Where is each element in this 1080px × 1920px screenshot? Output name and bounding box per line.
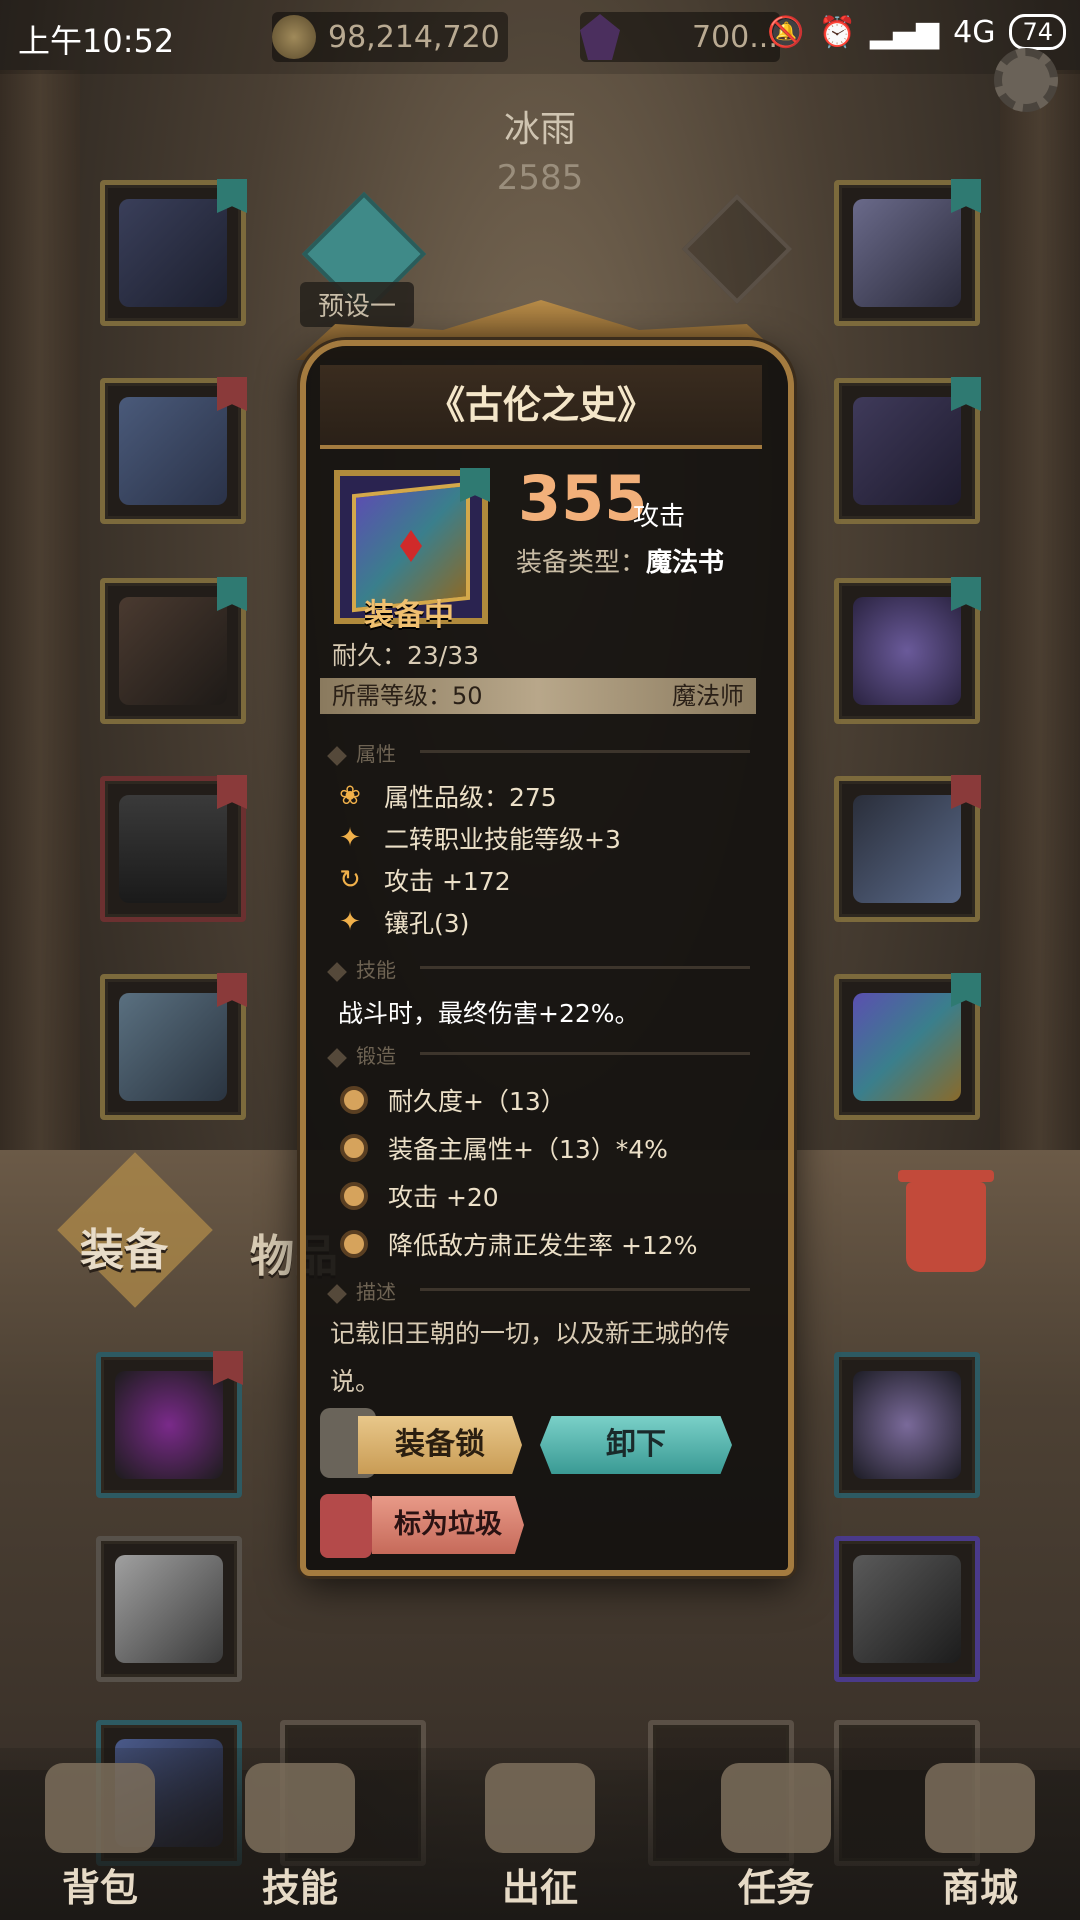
- inventory-slot[interactable]: [96, 1351, 243, 1498]
- star-icon: ✦: [339, 823, 361, 853]
- forge-bullet-icon: [340, 1230, 368, 1258]
- gem-icon: [580, 14, 620, 60]
- clock: 上午10:52: [18, 22, 175, 60]
- trash-icon[interactable]: [898, 1170, 994, 1272]
- junk-potion-icon[interactable]: [320, 1494, 372, 1558]
- signal-icon: ▂▄▆: [869, 14, 940, 50]
- system-icons: 🔕 ⏰ ▂▄▆ 4G 74: [767, 14, 1066, 50]
- unequip-button[interactable]: 卸下: [540, 1416, 732, 1474]
- gem-amount: 700...: [692, 19, 778, 55]
- bottom-nav: 背包 技能 出征 任务 商城: [0, 1748, 1080, 1920]
- character-name: 冰雨: [503, 109, 576, 150]
- equipped-badge: 装备中: [364, 598, 454, 633]
- lotus-icon: ❀: [339, 781, 361, 811]
- nav-skills[interactable]: 技能: [220, 1763, 380, 1912]
- forge-bullet-icon: [340, 1182, 368, 1210]
- status-bar: 上午10:52 98,214,720 700... 🔕 ⏰ ▂▄▆ 4G 74: [0, 0, 1080, 74]
- equip-slot-ring[interactable]: [834, 577, 981, 724]
- forge-bullet-icon: [340, 1134, 368, 1162]
- crown-shop-icon: [925, 1763, 1035, 1853]
- required-class: 魔法师: [672, 682, 744, 710]
- equip-slot-weapon[interactable]: [834, 775, 981, 922]
- inventory-slot[interactable]: [834, 1536, 980, 1682]
- required-level: 所需等级：50: [332, 682, 483, 710]
- battery-icon: 74: [1009, 14, 1066, 50]
- nav-shop[interactable]: 商城: [900, 1763, 1060, 1912]
- forge-bullet-icon: [340, 1086, 368, 1114]
- nav-backpack[interactable]: 背包: [20, 1763, 180, 1912]
- attribute-row: ↻ 攻击 +172: [330, 862, 511, 898]
- refresh-icon: ↻: [339, 865, 361, 895]
- equip-slot-offhand[interactable]: [834, 973, 981, 1120]
- skill-book-icon: [245, 1763, 355, 1853]
- attribute-row: ✦ 二转职业技能等级+3: [330, 820, 621, 856]
- divider: [420, 1288, 750, 1291]
- equip-type-value: 魔法书: [646, 548, 725, 578]
- equip-slot-necklace[interactable]: [834, 179, 981, 326]
- attribute-row: ❀ 属性品级：275: [330, 778, 557, 814]
- forge-row: 耐久度+（13）: [330, 1082, 566, 1118]
- equip-type-label: 装备类型：: [516, 548, 647, 578]
- alarm-icon: ⏰: [818, 14, 856, 50]
- durability: 耐久：23/33: [332, 641, 480, 670]
- mute-icon: 🔕: [767, 14, 805, 50]
- forge-row: 攻击 +20: [330, 1178, 499, 1214]
- divider: [420, 750, 750, 753]
- quality-tag-icon: [460, 468, 490, 502]
- nav-expedition[interactable]: 出征: [460, 1763, 620, 1912]
- star-icon: ✦: [339, 907, 361, 937]
- divider: [420, 1052, 750, 1055]
- gold-coin-icon: [272, 15, 316, 59]
- left-frame: [0, 70, 80, 1150]
- forge-row: 降低敌方肃正发生率 +12%: [330, 1226, 697, 1262]
- equip-slot-gloves[interactable]: [100, 577, 247, 724]
- forge-row: 装备主属性+（13）*4%: [330, 1130, 668, 1166]
- network-label: 4G: [953, 14, 996, 50]
- equip-slot-body[interactable]: [100, 377, 247, 524]
- item-description: 记载旧王朝的一切，以及新王城的传说。: [330, 1319, 731, 1396]
- section-description-heading: 描述: [330, 1276, 396, 1305]
- preset-label[interactable]: 预设一: [300, 282, 415, 327]
- backpack-icon: [45, 1763, 155, 1853]
- equip-slot-belt[interactable]: [834, 377, 981, 524]
- equip-lock-button[interactable]: 装备锁: [358, 1416, 522, 1474]
- attack-value: 355: [518, 462, 648, 535]
- gem-counter[interactable]: 700...: [580, 12, 780, 62]
- attribute-row: ✦ 镶孔(3): [330, 904, 469, 940]
- inventory-slot[interactable]: [96, 1536, 242, 1682]
- section-forge-heading: 锻造: [330, 1040, 396, 1069]
- sword-map-icon: [485, 1763, 595, 1853]
- equip-slot-head[interactable]: [100, 179, 247, 326]
- tab-equipment[interactable]: 装备: [80, 1214, 168, 1278]
- nav-quests[interactable]: 任务: [696, 1763, 856, 1912]
- section-skill-heading: 技能: [330, 954, 396, 983]
- divider: [420, 966, 750, 969]
- inventory-slot[interactable]: [834, 1352, 980, 1498]
- requirement-bar: 所需等级：50 魔法师: [320, 678, 756, 714]
- gold-counter[interactable]: 98,214,720: [272, 12, 508, 62]
- section-attributes-heading: 属性: [330, 738, 396, 767]
- equip-slot-boots[interactable]: [100, 973, 247, 1120]
- horn-icon: [721, 1763, 831, 1853]
- skill-description: 战斗时，最终伤害+22%。: [338, 999, 640, 1028]
- attack-label: 攻击: [633, 502, 686, 532]
- equip-slot-legs[interactable]: [100, 775, 247, 922]
- mark-junk-button[interactable]: 标为垃圾: [372, 1496, 524, 1554]
- item-title: 《古伦之史》: [320, 365, 762, 449]
- gold-amount: 98,214,720: [328, 19, 500, 55]
- right-frame: [1000, 70, 1080, 1150]
